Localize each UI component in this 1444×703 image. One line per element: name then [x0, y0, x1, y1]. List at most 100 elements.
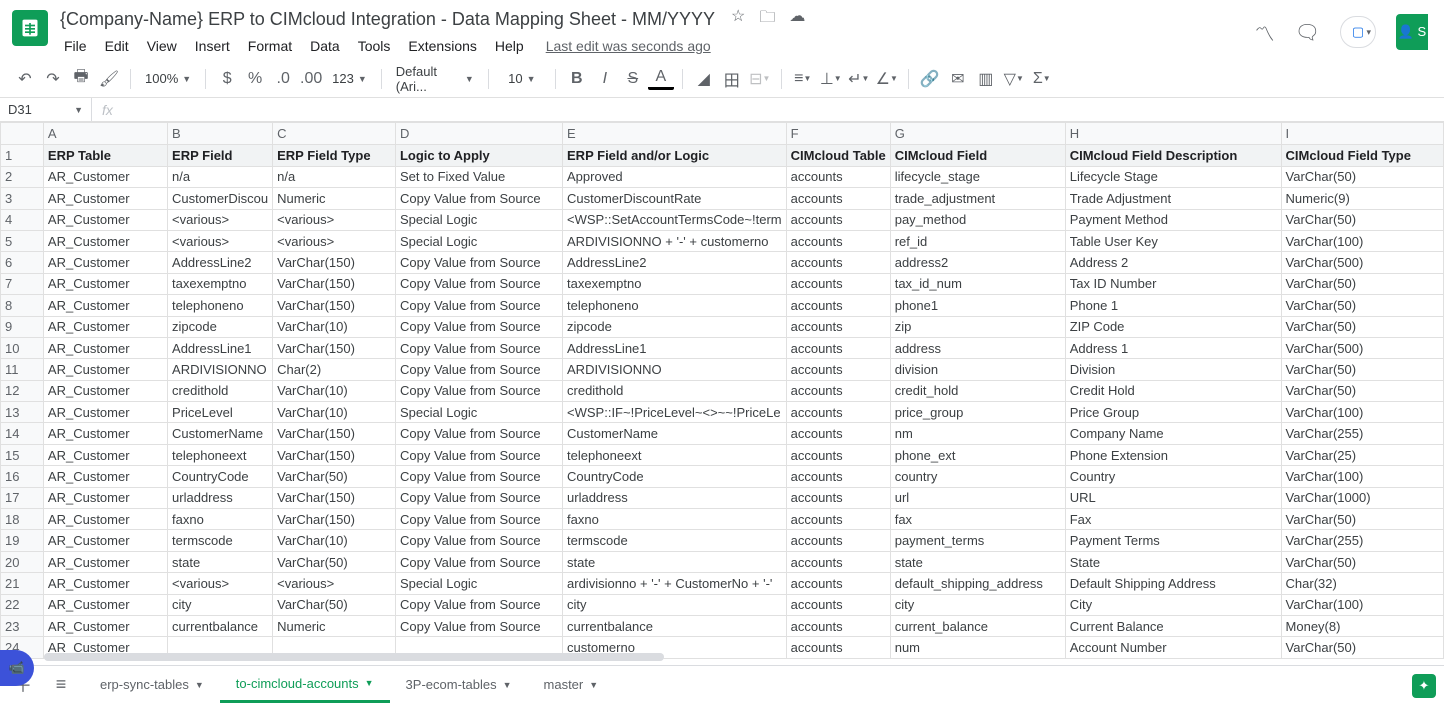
- cell[interactable]: AR_Customer: [43, 551, 167, 572]
- cell[interactable]: VarChar(50): [1281, 295, 1443, 316]
- cell[interactable]: accounts: [786, 252, 890, 273]
- cell[interactable]: accounts: [786, 594, 890, 615]
- cell[interactable]: Fax: [1065, 509, 1281, 530]
- cell[interactable]: Copy Value from Source: [395, 594, 562, 615]
- font-size-select[interactable]: 10▼: [497, 71, 547, 86]
- cell[interactable]: address: [890, 337, 1065, 358]
- cell[interactable]: Division: [1065, 359, 1281, 380]
- cell[interactable]: Credit Hold: [1065, 380, 1281, 401]
- cell[interactable]: urladdress: [563, 487, 787, 508]
- cell[interactable]: CountryCode: [168, 466, 273, 487]
- cell[interactable]: VarChar(150): [273, 444, 396, 465]
- horizontal-scrollbar[interactable]: [44, 653, 664, 663]
- cell[interactable]: VarChar(150): [273, 509, 396, 530]
- cell[interactable]: AR_Customer: [43, 252, 167, 273]
- cell[interactable]: VarChar(100): [1281, 402, 1443, 423]
- header-cell[interactable]: CIMcloud Table: [786, 145, 890, 166]
- cell[interactable]: VarChar(50): [273, 551, 396, 572]
- cell[interactable]: address2: [890, 252, 1065, 273]
- strike-icon[interactable]: S: [620, 66, 646, 92]
- cell[interactable]: AR_Customer: [43, 594, 167, 615]
- percent-icon[interactable]: %: [242, 66, 268, 92]
- cell[interactable]: Address 1: [1065, 337, 1281, 358]
- cell[interactable]: VarChar(100): [1281, 594, 1443, 615]
- menu-format[interactable]: Format: [240, 34, 300, 58]
- cell[interactable]: Numeric: [273, 616, 396, 637]
- cell[interactable]: AR_Customer: [43, 509, 167, 530]
- cell[interactable]: Numeric: [273, 188, 396, 209]
- cell[interactable]: nm: [890, 423, 1065, 444]
- cell[interactable]: VarChar(1000): [1281, 487, 1443, 508]
- col-header-B[interactable]: B: [168, 123, 273, 145]
- cell[interactable]: currentbalance: [563, 616, 787, 637]
- cell[interactable]: VarChar(50): [1281, 509, 1443, 530]
- filter-icon[interactable]: ▽▼: [1001, 66, 1027, 92]
- cell[interactable]: currentbalance: [168, 616, 273, 637]
- cell[interactable]: accounts: [786, 295, 890, 316]
- cell[interactable]: country: [890, 466, 1065, 487]
- cell[interactable]: termscode: [563, 530, 787, 551]
- more-formats[interactable]: 123▼: [326, 71, 373, 86]
- cell[interactable]: Trade Adjustment: [1065, 188, 1281, 209]
- cell[interactable]: Country: [1065, 466, 1281, 487]
- cell[interactable]: Approved: [563, 166, 787, 187]
- cell[interactable]: Lifecycle Stage: [1065, 166, 1281, 187]
- comment-icon[interactable]: ✉: [945, 66, 971, 92]
- cell[interactable]: accounts: [786, 487, 890, 508]
- cell[interactable]: Special Logic: [395, 573, 562, 594]
- cell[interactable]: credit_hold: [890, 380, 1065, 401]
- cell[interactable]: Char(2): [273, 359, 396, 380]
- cell[interactable]: Copy Value from Source: [395, 380, 562, 401]
- menu-edit[interactable]: Edit: [97, 34, 137, 58]
- share-button[interactable]: 👤 S: [1396, 14, 1428, 50]
- cell[interactable]: VarChar(10): [273, 530, 396, 551]
- cell[interactable]: accounts: [786, 273, 890, 294]
- cell[interactable]: VarChar(10): [273, 380, 396, 401]
- cell[interactable]: AR_Customer: [43, 487, 167, 508]
- cell[interactable]: <various>: [168, 230, 273, 251]
- cell[interactable]: Copy Value from Source: [395, 530, 562, 551]
- cell[interactable]: Phone Extension: [1065, 444, 1281, 465]
- cell[interactable]: zip: [890, 316, 1065, 337]
- cell[interactable]: VarChar(500): [1281, 252, 1443, 273]
- header-cell[interactable]: ERP Field: [168, 145, 273, 166]
- cell[interactable]: Copy Value from Source: [395, 487, 562, 508]
- cell[interactable]: ARDIVISIONNO: [563, 359, 787, 380]
- decrease-decimal-icon[interactable]: .0: [270, 66, 296, 92]
- row-header-16[interactable]: 16: [1, 466, 44, 487]
- col-header-A[interactable]: A: [43, 123, 167, 145]
- row-header-18[interactable]: 18: [1, 509, 44, 530]
- cell[interactable]: Money(8): [1281, 616, 1443, 637]
- menu-view[interactable]: View: [139, 34, 185, 58]
- cell[interactable]: accounts: [786, 551, 890, 572]
- col-header-D[interactable]: D: [395, 123, 562, 145]
- cell[interactable]: VarChar(150): [273, 252, 396, 273]
- row-header-2[interactable]: 2: [1, 166, 44, 187]
- row-header-23[interactable]: 23: [1, 616, 44, 637]
- cell[interactable]: VarChar(50): [1281, 359, 1443, 380]
- cell[interactable]: Copy Value from Source: [395, 359, 562, 380]
- row-header-10[interactable]: 10: [1, 337, 44, 358]
- cell[interactable]: VarChar(50): [1281, 273, 1443, 294]
- cell[interactable]: Tax ID Number: [1065, 273, 1281, 294]
- cell[interactable]: City: [1065, 594, 1281, 615]
- cell[interactable]: Copy Value from Source: [395, 444, 562, 465]
- sheet-tab-erp-sync-tables[interactable]: erp-sync-tables▼: [84, 667, 220, 703]
- italic-icon[interactable]: I: [592, 66, 618, 92]
- cell[interactable]: AR_Customer: [43, 209, 167, 230]
- explore-icon[interactable]: ✦: [1412, 674, 1436, 698]
- cell[interactable]: taxexemptno: [168, 273, 273, 294]
- cell[interactable]: accounts: [786, 509, 890, 530]
- cell[interactable]: ref_id: [890, 230, 1065, 251]
- cell[interactable]: n/a: [168, 166, 273, 187]
- link-icon[interactable]: 🔗: [917, 66, 943, 92]
- cell[interactable]: city: [563, 594, 787, 615]
- row-header-4[interactable]: 4: [1, 209, 44, 230]
- row-header-22[interactable]: 22: [1, 594, 44, 615]
- star-icon[interactable]: ☆: [731, 6, 745, 33]
- cell[interactable]: VarChar(150): [273, 295, 396, 316]
- cell[interactable]: accounts: [786, 209, 890, 230]
- cell[interactable]: AddressLine1: [563, 337, 787, 358]
- cell[interactable]: VarChar(100): [1281, 466, 1443, 487]
- cell[interactable]: Special Logic: [395, 402, 562, 423]
